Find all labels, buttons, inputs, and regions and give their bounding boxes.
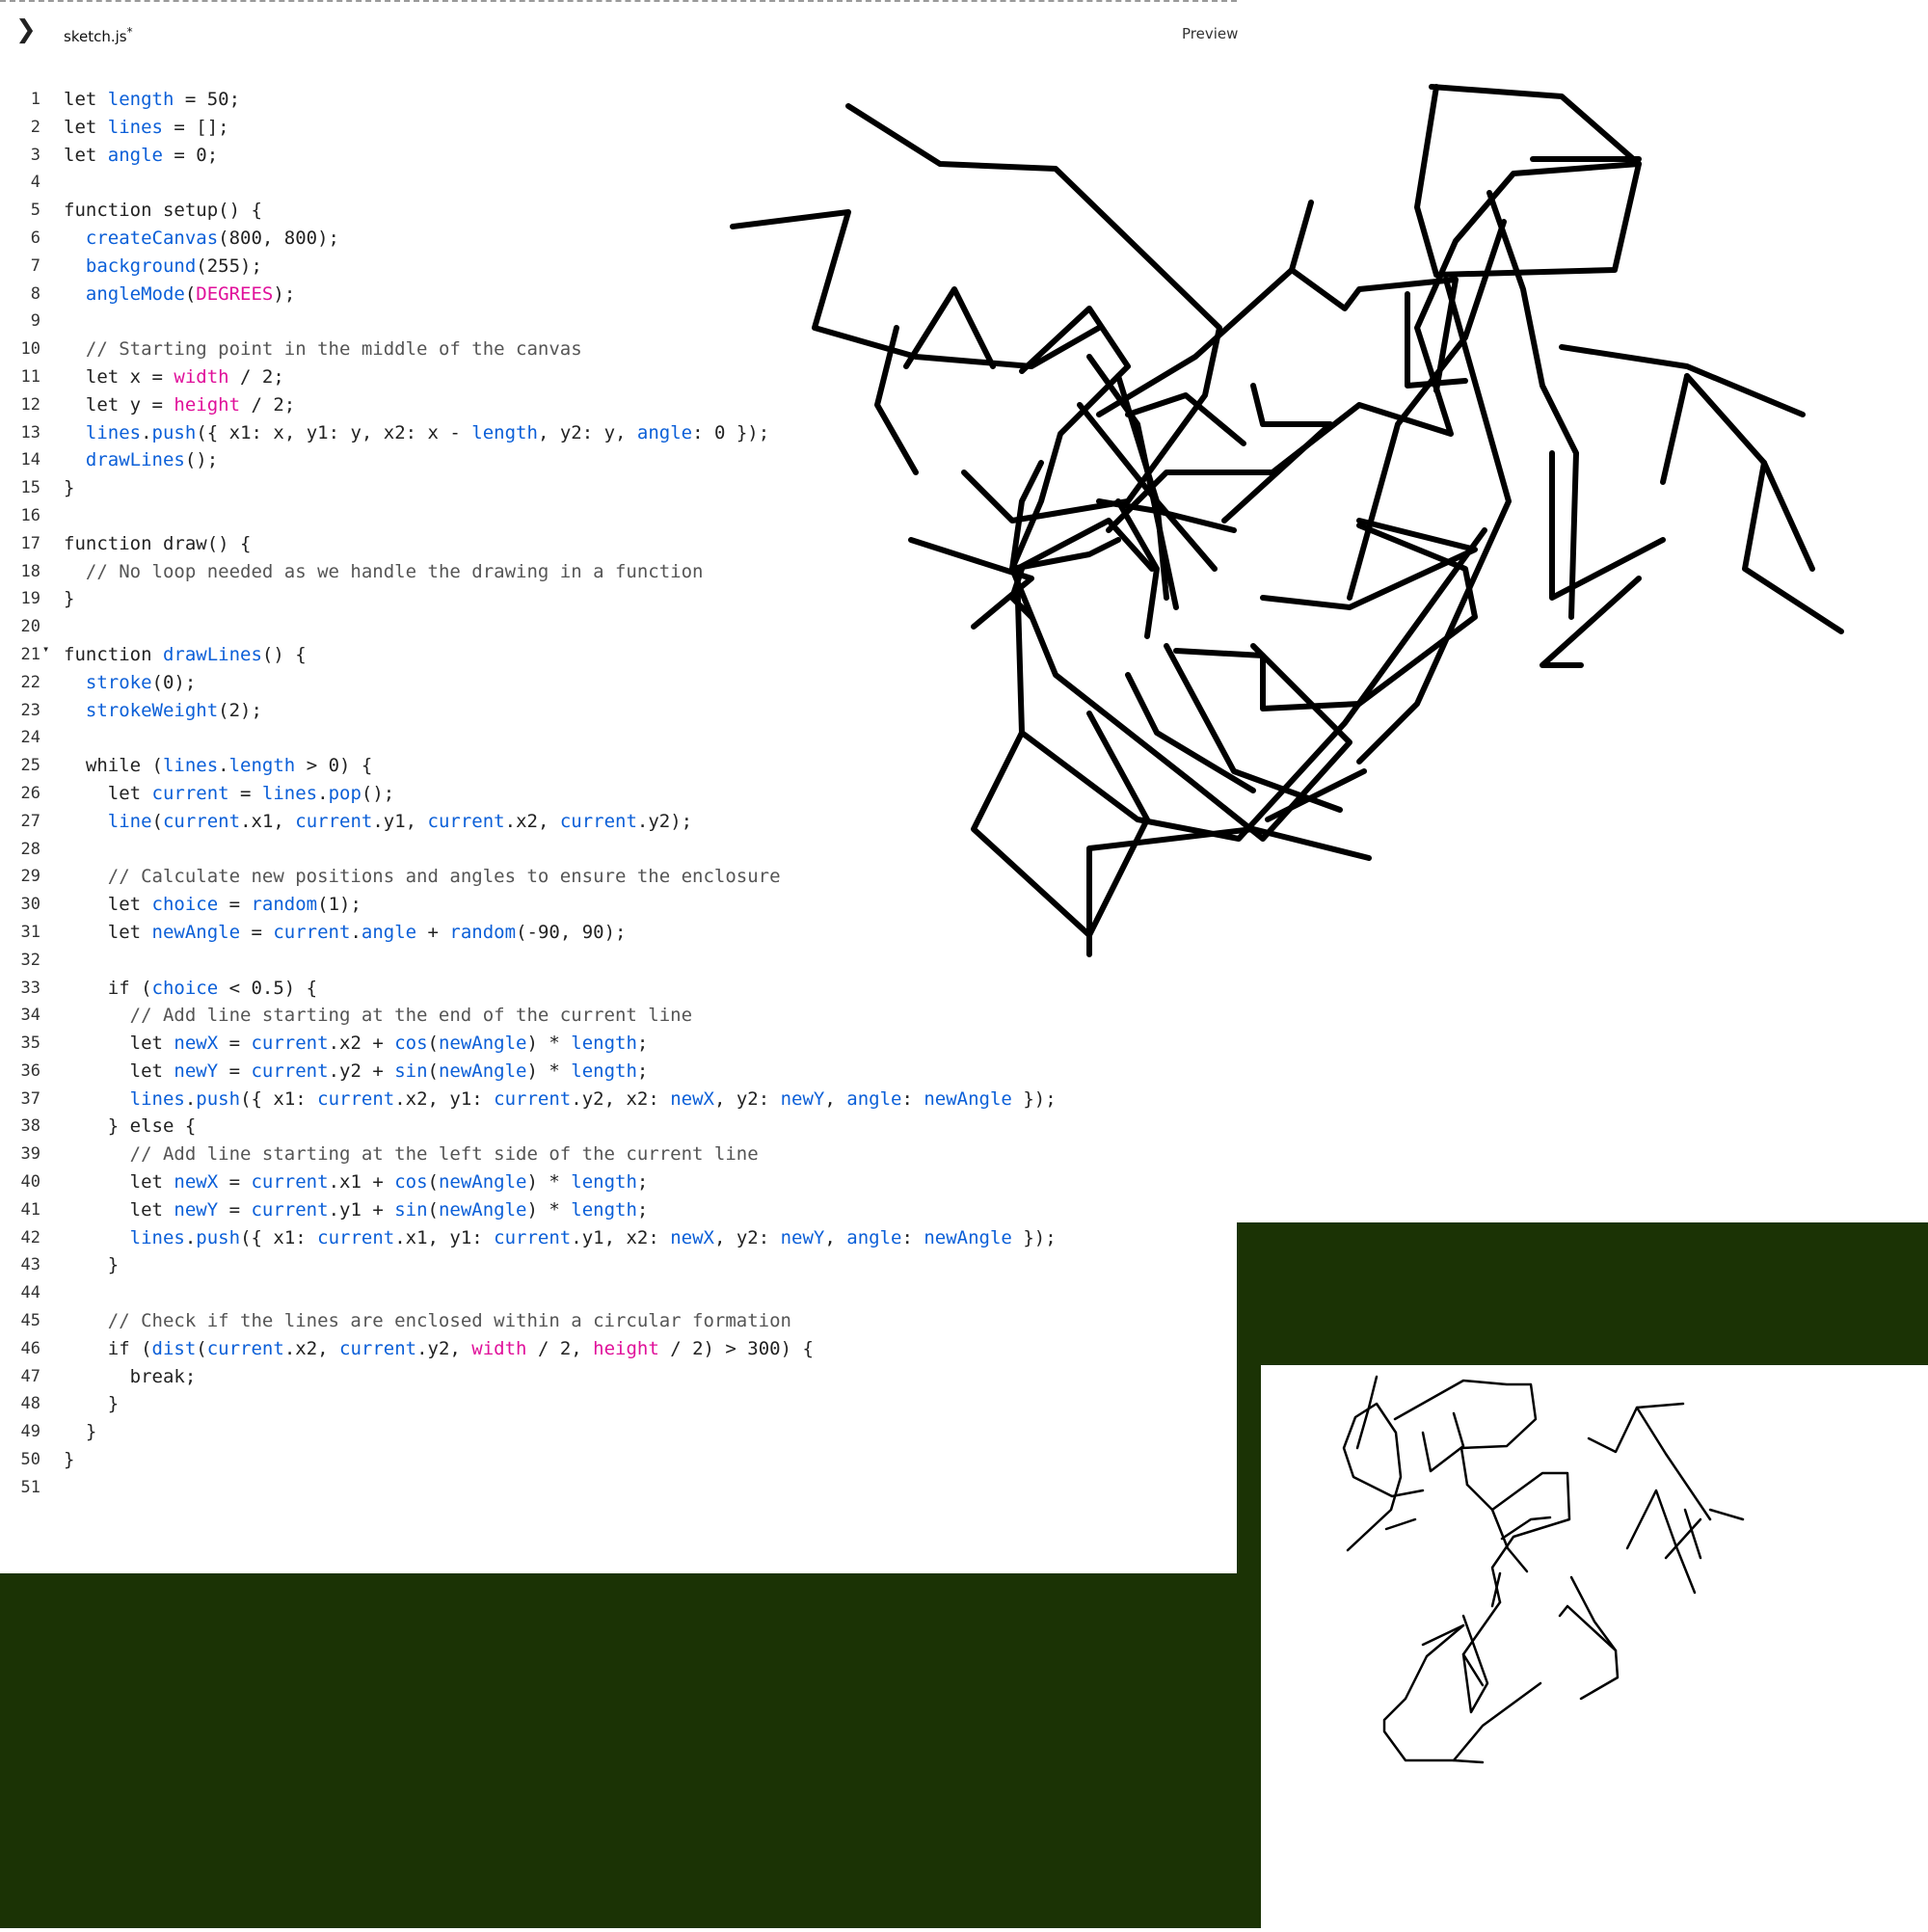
code-text: let newY = current.y2 + sin(newAngle) * …	[64, 1060, 649, 1082]
line-number: 45	[20, 1311, 40, 1331]
sketch-output-canvas	[730, 84, 1844, 957]
code-line[interactable]: 48 }	[0, 1390, 1237, 1418]
code-line[interactable]: 51	[0, 1474, 1237, 1502]
thumbnail-stroke	[1708, 1508, 1745, 1521]
code-line[interactable]: 35 let newX = current.x2 + cos(newAngle)…	[0, 1030, 1237, 1058]
thumbnail-stroke	[1465, 1471, 1571, 1604]
line-number: 42	[20, 1227, 40, 1248]
code-line[interactable]: 37 lines.push({ x1: current.x2, y1: curr…	[0, 1086, 1237, 1114]
code-text: let newX = current.x1 + cos(newAngle) * …	[64, 1171, 649, 1194]
code-line[interactable]: 39 // Add line starting at the left side…	[0, 1140, 1237, 1168]
code-line[interactable]: 45 // Check if the lines are enclosed wi…	[0, 1307, 1237, 1335]
thumbnail-stroke	[1355, 1375, 1379, 1450]
line-number: 47	[20, 1366, 40, 1386]
sketch-stroke	[1486, 190, 1579, 620]
code-text: }	[64, 1393, 120, 1415]
line-number: 37	[20, 1088, 40, 1109]
line-number: 36	[20, 1060, 40, 1081]
code-line[interactable]: 47 break;	[0, 1363, 1237, 1391]
line-number: 49	[20, 1422, 40, 1442]
code-line[interactable]: 41 let newY = current.y1 + sin(newAngle)…	[0, 1196, 1237, 1224]
code-text: if (dist(current.x2, current.y2, width /…	[64, 1337, 814, 1359]
code-text: // Add line starting at the left side of…	[129, 1143, 759, 1166]
code-text: let newY = current.y1 + sin(newAngle) * …	[64, 1198, 649, 1221]
line-number: 40	[20, 1172, 40, 1193]
sketch-stroke	[1009, 566, 1352, 842]
code-line[interactable]: 36 let newY = current.y2 + sin(newAngle)…	[0, 1058, 1237, 1086]
sketch-stroke	[1289, 200, 1314, 273]
code-line[interactable]: 40 let newX = current.x1 + cos(newAngle)…	[0, 1168, 1237, 1196]
thumbnail-drawing	[1342, 1375, 1745, 1764]
line-number: 48	[20, 1394, 40, 1414]
thumbnail-stroke	[1382, 1623, 1542, 1762]
line-number: 35	[20, 1033, 40, 1054]
code-text: lines.push({ x1: current.x2, y1: current…	[129, 1087, 1057, 1110]
thumbnail-stroke	[1635, 1406, 1712, 1521]
thumbnail-stroke	[1587, 1402, 1685, 1454]
thumbnail-stroke	[1384, 1517, 1417, 1531]
code-text: }	[64, 1421, 97, 1443]
code-line[interactable]: 42 lines.push({ x1: current.x1, y1: curr…	[0, 1224, 1237, 1252]
line-number: 46	[20, 1338, 40, 1358]
thumbnail-stroke	[1569, 1575, 1620, 1701]
line-number: 43	[20, 1255, 40, 1275]
sketch-stroke	[845, 103, 1222, 523]
thumbnail-stroke	[1393, 1379, 1538, 1487]
line-number: 50	[20, 1450, 40, 1470]
code-line[interactable]: 50}	[0, 1446, 1237, 1474]
line-number: 51	[20, 1477, 40, 1497]
sketch-stroke	[1549, 450, 1666, 601]
thumbnail-stroke	[1421, 1411, 1465, 1473]
code-text: }	[64, 1254, 120, 1276]
code-line[interactable]: 49 }	[0, 1418, 1237, 1446]
thumbnail-stroke	[1558, 1604, 1618, 1652]
sketch-stroke	[1742, 460, 1844, 634]
code-text: // Check if the lines are enclosed withi…	[107, 1310, 791, 1332]
code-line[interactable]: 43 }	[0, 1251, 1237, 1279]
thumbnail-stroke	[1342, 1402, 1425, 1552]
code-line[interactable]: 46 if (dist(current.x2, current.y2, widt…	[0, 1335, 1237, 1363]
sketch-thumbnail	[1261, 1365, 1928, 1928]
code-text: }	[64, 1449, 75, 1471]
sketch-stroke	[971, 711, 1150, 938]
line-number: 44	[20, 1283, 40, 1303]
code-text: lines.push({ x1: current.x1, y1: current…	[129, 1226, 1057, 1248]
code-text: } else {	[64, 1115, 197, 1138]
code-line[interactable]: 44	[0, 1279, 1237, 1307]
sketch-stroke	[1221, 383, 1333, 523]
code-line[interactable]: 38 } else {	[0, 1113, 1237, 1140]
line-number: 38	[20, 1116, 40, 1137]
line-number: 39	[20, 1144, 40, 1165]
sketch-stroke	[1660, 373, 1690, 485]
sketch-stroke	[1540, 576, 1642, 668]
code-text: break;	[64, 1365, 197, 1387]
sketch-stroke	[1096, 267, 1459, 417]
line-number: 41	[20, 1199, 40, 1220]
sketch-stroke	[730, 209, 1102, 369]
code-text: let newX = current.x2 + cos(newAngle) * …	[64, 1033, 649, 1055]
thumbnail-stroke	[1452, 1758, 1485, 1764]
thumbnail-stroke	[1625, 1489, 1697, 1595]
thumbnail-stroke	[1461, 1600, 1502, 1714]
